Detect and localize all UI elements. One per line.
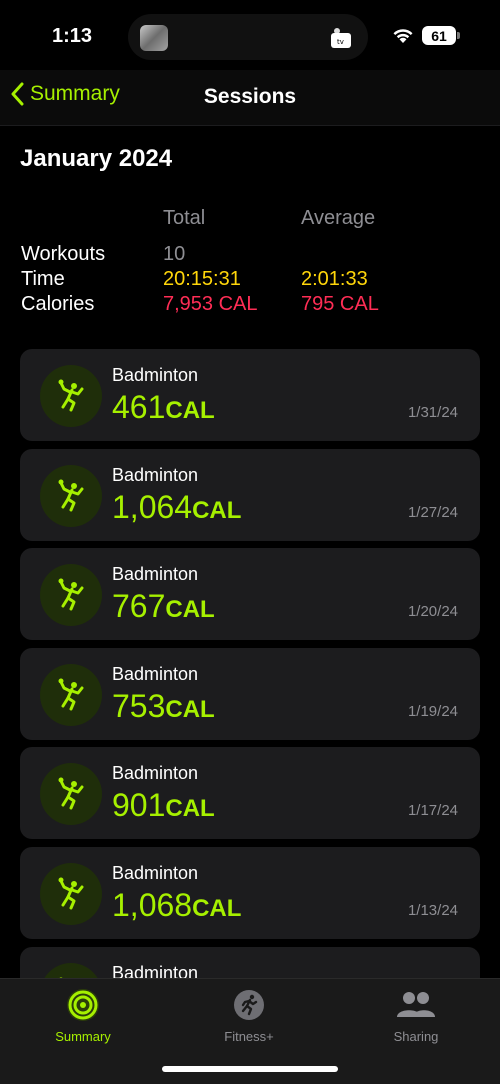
session-card[interactable]: Badminton 767CAL 1/20/24 [20, 548, 480, 640]
session-name: Badminton [112, 863, 199, 883]
status-icons: 61 [392, 26, 460, 45]
tab-fitness-plus[interactable]: Fitness+ [189, 987, 309, 1044]
calories-value: 767 [112, 588, 166, 624]
session-name: Badminton [112, 564, 199, 584]
calories-unit: CAL [165, 696, 215, 723]
session-calories: 753CAL [112, 688, 215, 725]
session-card[interactable]: Badminton 753CAL 1/19/24 [20, 648, 480, 740]
navigation-bar: Summary Sessions [0, 70, 500, 126]
dynamic-island[interactable]: tv [128, 14, 368, 60]
badminton-icon [40, 863, 102, 925]
session-card[interactable]: Badminton 461CAL 1/31/24 [20, 349, 480, 441]
session-name: Badminton [112, 664, 199, 684]
session-date: 1/20/24 [407, 603, 458, 620]
calories-unit: CAL [192, 497, 242, 524]
tab-summary-label: Summary [55, 1029, 111, 1044]
session-calories: 767CAL [112, 588, 215, 625]
calories-value: 753 [112, 688, 166, 724]
tab-fitness-label: Fitness+ [224, 1029, 274, 1044]
session-name: Badminton [112, 465, 199, 485]
tab-sharing[interactable]: Sharing [356, 987, 476, 1044]
calories-value: 901 [112, 787, 166, 823]
calories-value: 461 [112, 389, 166, 425]
runner-icon [234, 990, 264, 1020]
month-heading: January 2024 [20, 145, 173, 172]
session-name: Badminton [112, 763, 199, 783]
session-card[interactable]: Badminton 901CAL 1/17/24 [20, 747, 480, 839]
badminton-icon [40, 365, 102, 427]
average-column-header: Average [301, 207, 376, 229]
workouts-label: Workouts [21, 243, 106, 265]
apple-tv-icon: tv [331, 28, 351, 48]
session-card[interactable]: Badminton 1,068CAL 1/13/24 [20, 847, 480, 939]
calories-unit: CAL [165, 397, 215, 424]
people-icon [397, 992, 435, 1017]
status-time: 1:13 [52, 25, 93, 47]
session-calories: 1,064CAL [112, 489, 241, 526]
wifi-icon [393, 28, 413, 43]
home-indicator[interactable] [162, 1066, 338, 1072]
calories-unit: CAL [165, 795, 215, 822]
now-playing-thumbnail [140, 25, 168, 51]
session-date: 1/27/24 [407, 504, 458, 521]
badminton-icon [40, 465, 102, 527]
calories-label: Calories [21, 293, 95, 315]
time-total: 20:15:31 [163, 268, 241, 290]
time-average: 2:01:33 [301, 268, 368, 290]
time-label: Time [21, 268, 65, 290]
session-date: 1/31/24 [407, 404, 458, 421]
calories-average: 795 CAL [301, 293, 379, 315]
session-name: Badminton [112, 365, 199, 385]
workouts-total: 10 [163, 243, 186, 265]
badminton-icon [40, 664, 102, 726]
calories-unit: CAL [192, 895, 242, 922]
activity-rings-icon [67, 989, 99, 1021]
session-date: 1/13/24 [407, 902, 458, 919]
calories-total: 7,953 CAL [163, 293, 258, 315]
session-date: 1/19/24 [407, 703, 458, 720]
total-column-header: Total [163, 207, 206, 229]
calories-unit: CAL [165, 596, 215, 623]
badminton-icon [40, 564, 102, 626]
badminton-icon [40, 763, 102, 825]
battery-indicator: 61 [422, 26, 460, 45]
tab-sharing-label: Sharing [393, 1029, 439, 1044]
session-card[interactable]: Badminton 1,064CAL 1/27/24 [20, 449, 480, 541]
svg-text:tv: tv [337, 38, 344, 46]
session-calories: 461CAL [112, 389, 215, 426]
session-date: 1/17/24 [407, 802, 458, 819]
tab-summary[interactable]: Summary [23, 987, 143, 1044]
page-title: Sessions [203, 85, 297, 108]
calories-value: 1,064 [112, 489, 193, 525]
session-calories: 901CAL [112, 787, 215, 824]
calories-value: 1,068 [112, 887, 193, 923]
status-bar: 1:13 tv 61 [0, 0, 500, 76]
session-calories: 1,068CAL [112, 887, 241, 924]
